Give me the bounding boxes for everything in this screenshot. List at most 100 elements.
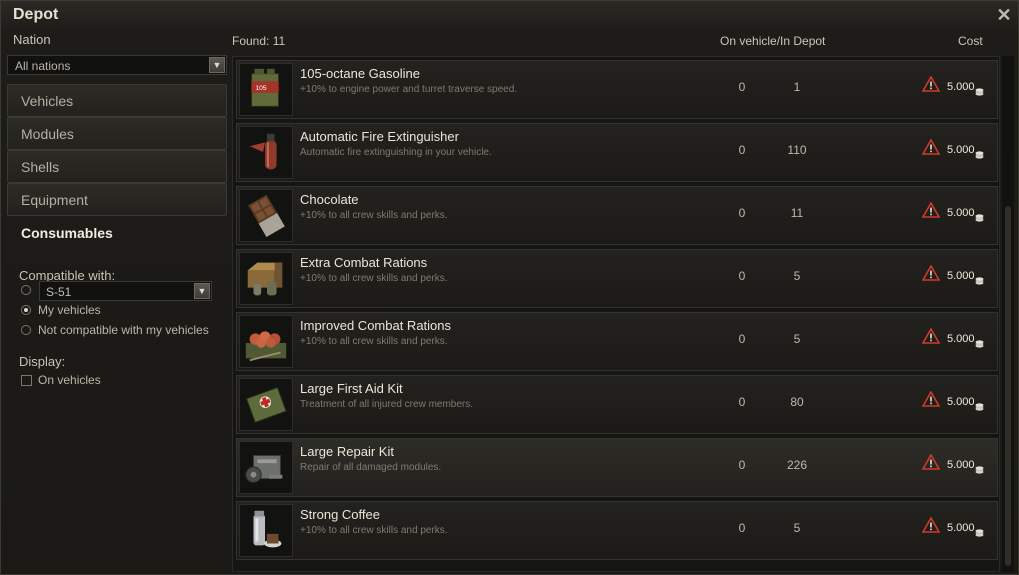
- credits-icon: [975, 461, 984, 474]
- warning-icon: [921, 516, 941, 533]
- warning-icon: [921, 390, 941, 407]
- in-depot-count: 5: [793, 269, 801, 283]
- item-row[interactable]: Large First Aid Kit Treatment of all inju…: [236, 375, 998, 434]
- item-name: Strong Coffee: [300, 507, 380, 522]
- window-title: Depot: [13, 6, 59, 23]
- item-name: Automatic Fire Extinguisher: [300, 129, 459, 144]
- in-depot-count: 11: [790, 206, 804, 220]
- nation-select[interactable]: All nations ▼: [7, 55, 227, 75]
- item-price: 5.000: [947, 522, 975, 534]
- item-row[interactable]: 105 105-octane Gasoline +10% to engine pow…: [236, 60, 998, 119]
- item-list: 105 105-octane Gasoline +10% to engine pow…: [232, 56, 1000, 572]
- fire-extinguisher-icon: [239, 126, 293, 179]
- category-vehicles[interactable]: Vehicles: [7, 84, 227, 117]
- first-aid-kit-icon: [239, 378, 293, 431]
- credits-icon: [975, 209, 984, 222]
- item-description: +10% to all crew skills and perks.: [300, 273, 448, 284]
- item-row[interactable]: Chocolate +10% to all crew skills and per…: [236, 186, 998, 245]
- coffee-thermos-icon: [239, 504, 293, 557]
- item-name: Extra Combat Rations: [300, 255, 428, 270]
- on-vehicle-count: 0: [738, 458, 746, 472]
- filter-panel: Compatible with: S-51 ▼ My vehicles Not …: [7, 268, 229, 572]
- food-tray-icon: [239, 315, 293, 368]
- item-name: Chocolate: [300, 192, 359, 207]
- item-description: Treatment of all injured crew members.: [300, 399, 474, 410]
- gasoline-can-icon: 105: [239, 63, 293, 116]
- radio-specific-vehicle[interactable]: [21, 285, 31, 295]
- cost-header: Cost: [958, 34, 983, 48]
- my-vehicles-label: My vehicles: [38, 303, 101, 317]
- titlebar: Depot ✕: [1, 1, 1019, 29]
- in-depot-count: 5: [793, 332, 801, 346]
- item-row[interactable]: Automatic Fire Extinguisher Automatic fir…: [236, 123, 998, 182]
- item-row[interactable]: Large Repair Kit Repair of all damaged mo…: [236, 438, 998, 497]
- item-description: +10% to all crew skills and perks.: [300, 525, 448, 536]
- item-row[interactable]: Improved Combat Rations +10% to all crew …: [236, 312, 998, 371]
- chocolate-icon: [239, 189, 293, 242]
- on-vehicle-count: 0: [738, 269, 746, 283]
- category-shells[interactable]: Shells: [7, 150, 227, 183]
- category-equipment[interactable]: Equipment: [7, 183, 227, 216]
- item-description: +10% to engine power and turret traverse…: [300, 84, 518, 95]
- item-name: Large Repair Kit: [300, 444, 394, 459]
- in-depot-count: 80: [790, 395, 804, 409]
- rations-box-icon: [239, 252, 293, 305]
- chevron-down-icon[interactable]: ▼: [194, 283, 210, 299]
- credits-icon: [975, 272, 984, 285]
- warning-icon: [921, 453, 941, 470]
- in-depot-count: 5: [793, 521, 801, 535]
- category-list: Vehicles Modules Shells Equipment Consum…: [7, 84, 227, 249]
- on-vehicle-header: On vehicle/In Depot: [720, 34, 826, 48]
- svg-text:105: 105: [255, 85, 266, 92]
- on-vehicle-count: 0: [738, 206, 746, 220]
- vehicle-select-value: S-51: [46, 285, 72, 299]
- category-consumables[interactable]: Consumables: [7, 216, 227, 249]
- item-name: 105-octane Gasoline: [300, 66, 420, 81]
- scrollbar[interactable]: [1002, 56, 1014, 572]
- radio-not-compatible[interactable]: [21, 325, 31, 335]
- item-name: Large First Aid Kit: [300, 381, 403, 396]
- close-icon[interactable]: ✕: [994, 5, 1014, 25]
- nation-select-value: All nations: [15, 59, 71, 73]
- radio-my-vehicles[interactable]: [21, 305, 31, 315]
- vehicle-select[interactable]: S-51 ▼: [39, 281, 212, 301]
- on-vehicle-count: 0: [738, 521, 746, 535]
- in-depot-count: 1: [793, 80, 801, 94]
- item-description: +10% to all crew skills and perks.: [300, 336, 448, 347]
- item-price: 5.000: [947, 81, 975, 93]
- warning-icon: [921, 264, 941, 281]
- on-vehicle-count: 0: [738, 143, 746, 157]
- scrollbar-thumb[interactable]: [1005, 206, 1011, 566]
- on-vehicle-count: 0: [738, 80, 746, 94]
- item-price: 5.000: [947, 144, 975, 156]
- item-row[interactable]: Strong Coffee +10% to all crew skills and…: [236, 501, 998, 560]
- item-description: +10% to all crew skills and perks.: [300, 210, 448, 221]
- credits-icon: [975, 83, 984, 96]
- item-price: 5.000: [947, 270, 975, 282]
- display-label: Display:: [19, 354, 66, 369]
- item-price: 5.000: [947, 459, 975, 471]
- item-description: Repair of all damaged modules.: [300, 462, 442, 473]
- item-price: 5.000: [947, 333, 975, 345]
- item-row[interactable]: Extra Combat Rations +10% to all crew ski…: [236, 249, 998, 308]
- warning-icon: [921, 201, 941, 218]
- in-depot-count: 110: [787, 143, 807, 157]
- warning-icon: [921, 327, 941, 344]
- not-compatible-label: Not compatible with my vehicles: [38, 323, 209, 337]
- on-vehicles-label: On vehicles: [38, 373, 101, 387]
- warning-icon: [921, 75, 941, 92]
- warning-icon: [921, 138, 941, 155]
- item-name: Improved Combat Rations: [300, 318, 452, 333]
- item-price: 5.000: [947, 396, 975, 408]
- depot-window: Depot ✕ Nation Found: 11 On vehicle/In D…: [0, 0, 1019, 575]
- on-vehicle-count: 0: [738, 332, 746, 346]
- repair-kit-icon: [239, 441, 293, 494]
- on-vehicles-checkbox[interactable]: [21, 375, 32, 386]
- category-modules[interactable]: Modules: [7, 117, 227, 150]
- credits-icon: [975, 524, 984, 537]
- credits-icon: [975, 335, 984, 348]
- in-depot-count: 226: [786, 458, 808, 472]
- item-price: 5.000: [947, 207, 975, 219]
- chevron-down-icon[interactable]: ▼: [209, 57, 225, 73]
- on-vehicle-count: 0: [738, 395, 746, 409]
